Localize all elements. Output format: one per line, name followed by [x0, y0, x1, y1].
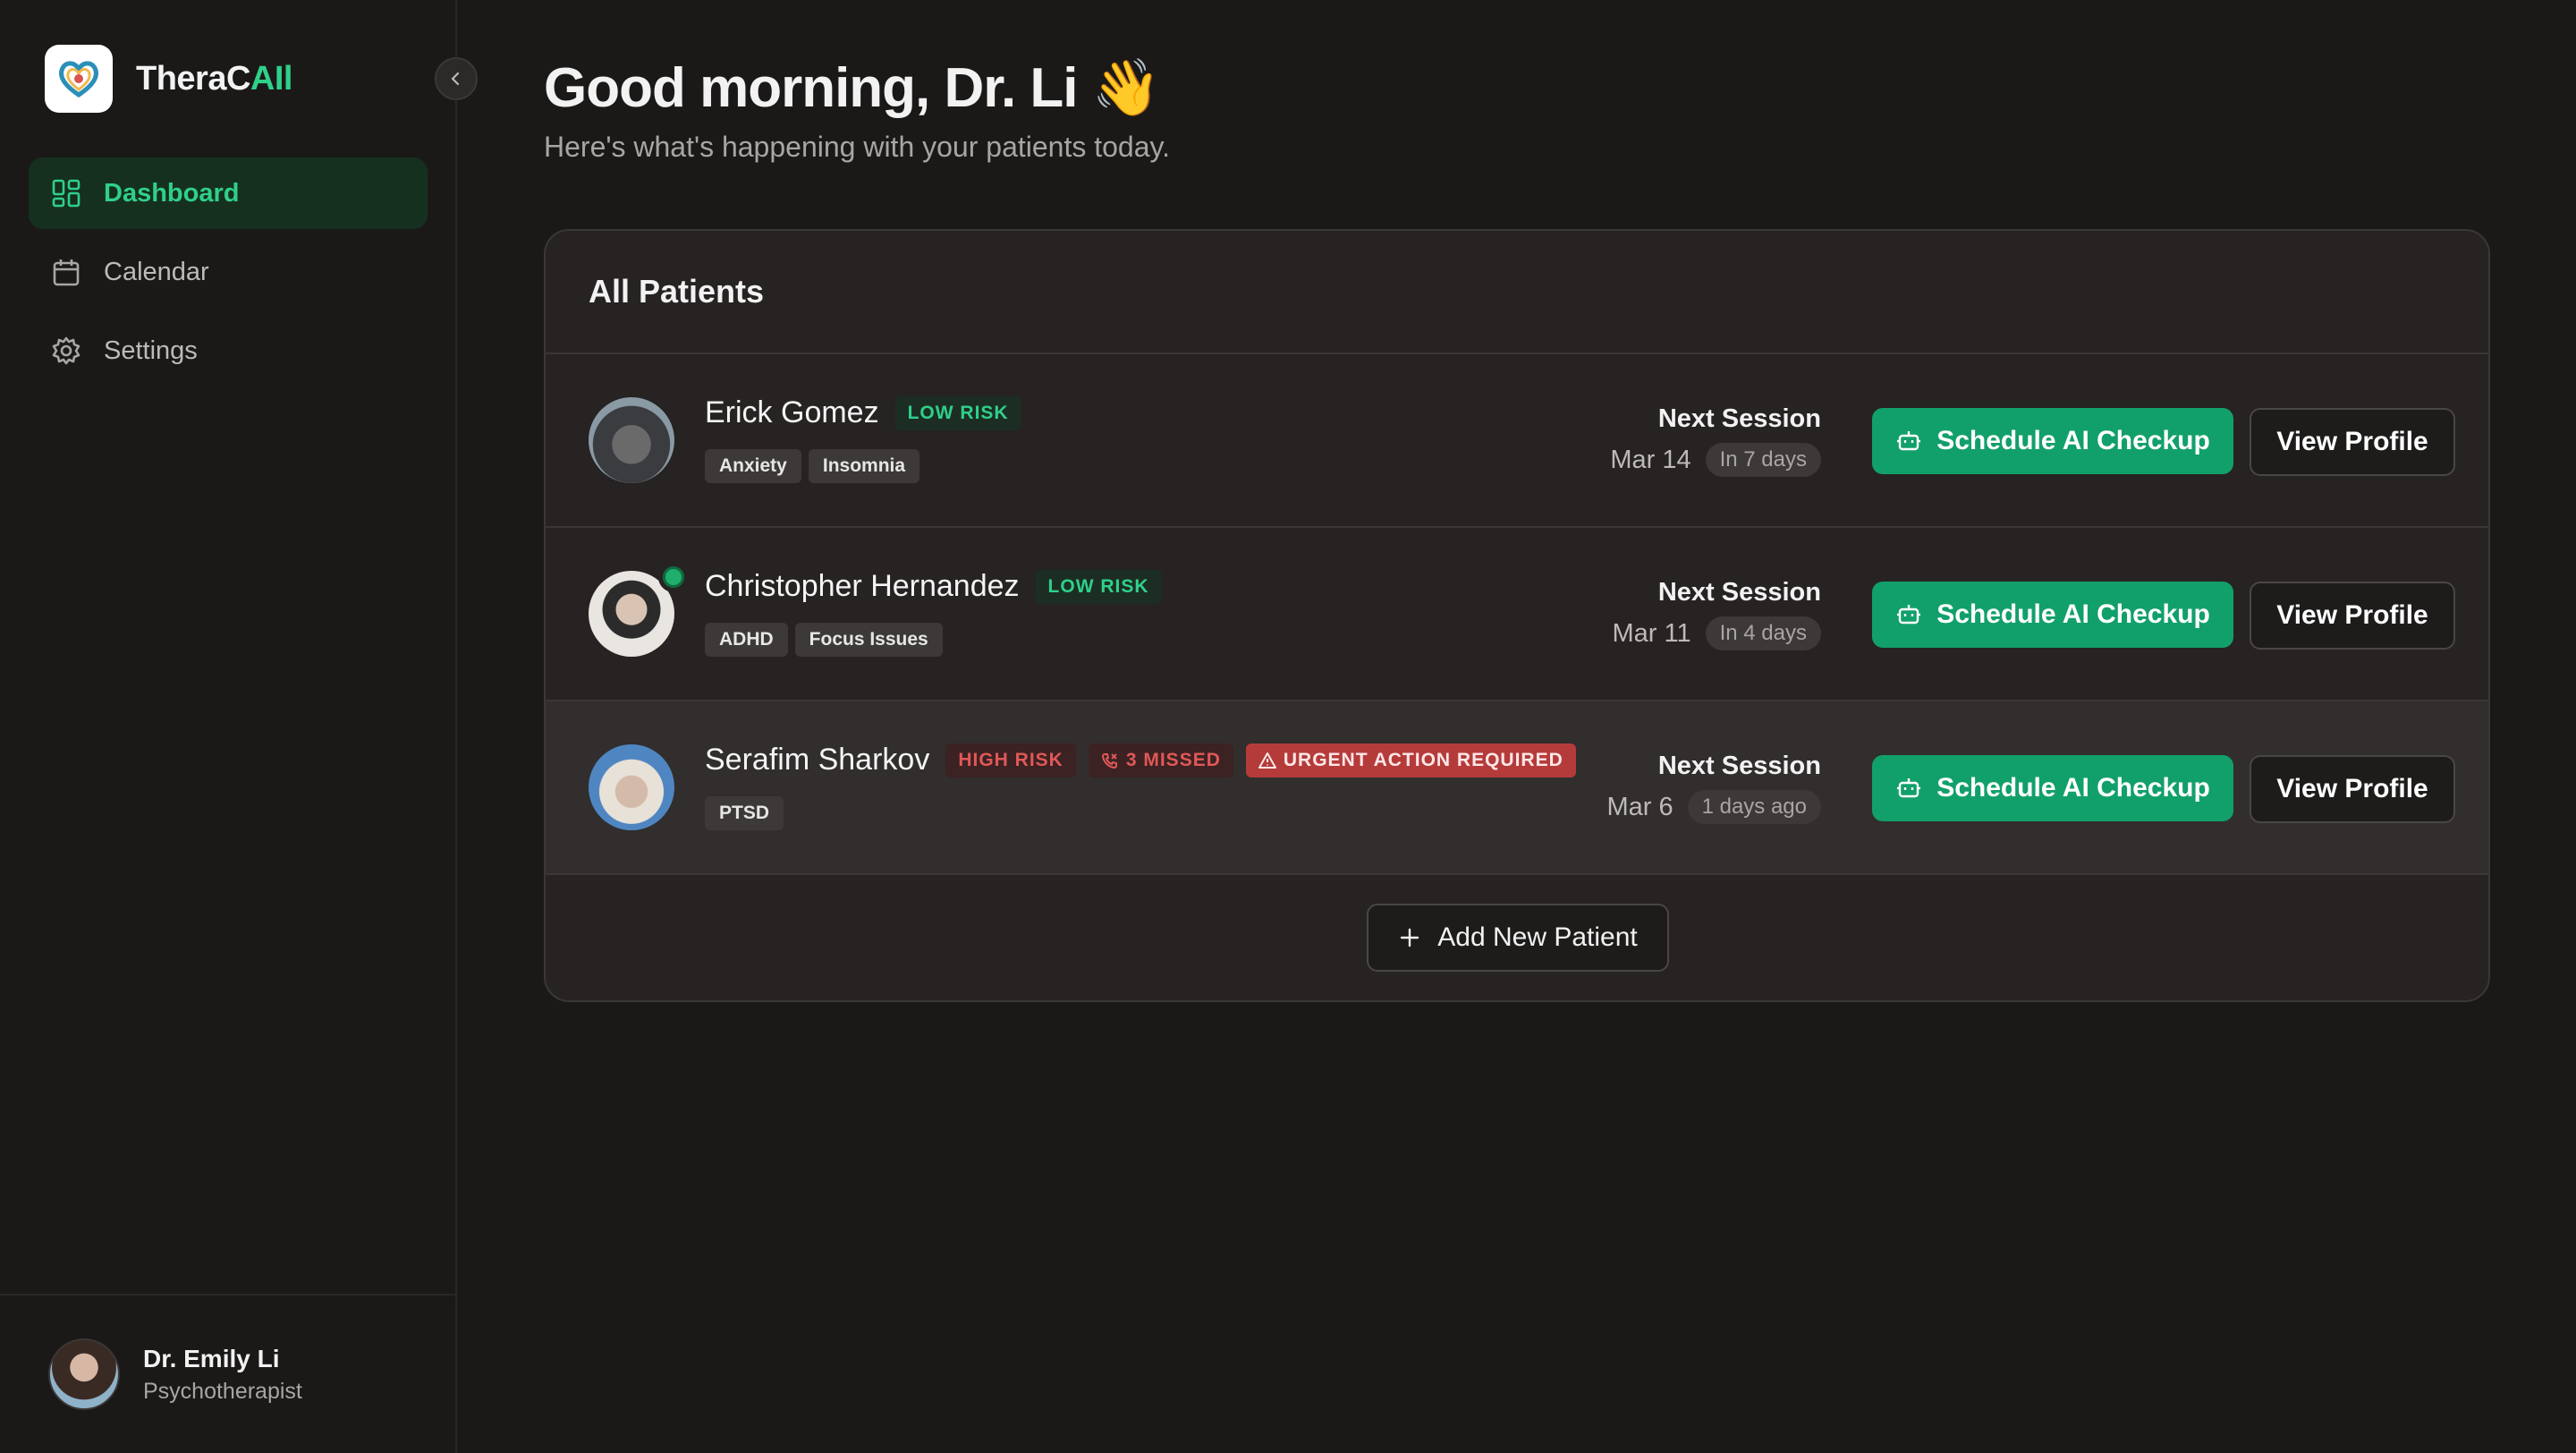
- patients-panel: All Patients Erick Gomez LOW RISK Anxiet…: [544, 229, 2490, 1002]
- chevron-left-icon: [451, 72, 460, 86]
- robot-icon: [1895, 775, 1922, 802]
- next-session: Next Session Mar 11 In 4 days: [1612, 578, 1821, 650]
- sidebar-item-dashboard[interactable]: Dashboard: [29, 157, 428, 229]
- session-relative-badge: 1 days ago: [1687, 790, 1821, 824]
- patient-avatar[interactable]: [589, 744, 674, 830]
- gear-icon: [50, 335, 82, 367]
- condition-tags: PTSD: [705, 796, 791, 830]
- page-subtitle: Here's what's happening with your patien…: [544, 131, 1171, 163]
- risk-badge: LOW RISK: [894, 395, 1021, 430]
- view-profile-button[interactable]: View Profile: [2250, 408, 2455, 476]
- missed-call-icon: [1101, 752, 1119, 769]
- sidebar-nav: Dashboard Calendar Settings: [29, 157, 428, 394]
- brand-name: TheraCAIl: [136, 59, 292, 98]
- condition-tag: ADHD: [705, 623, 788, 657]
- schedule-ai-checkup-button[interactable]: Schedule AI Checkup: [1872, 582, 2233, 648]
- user-name: Dr. Emily Li: [143, 1344, 280, 1372]
- patient-name[interactable]: Erick Gomez: [705, 395, 879, 430]
- robot-icon: [1895, 428, 1922, 455]
- session-label: Next Session: [1657, 578, 1821, 607]
- next-session: Next Session Mar 14 In 7 days: [1610, 404, 1821, 477]
- patient-row: Christopher Hernandez LOW RISK ADHD Focu…: [546, 528, 2488, 701]
- view-profile-button[interactable]: View Profile: [2250, 755, 2455, 823]
- patient-name[interactable]: Christopher Hernandez: [705, 569, 1020, 604]
- view-profile-button[interactable]: View Profile: [2250, 582, 2455, 650]
- collapse-sidebar-button[interactable]: [435, 57, 478, 100]
- page-title: Good morning, Dr. Li 👋: [544, 57, 1161, 119]
- session-label: Next Session: [1657, 404, 1821, 433]
- patient-row: Erick Gomez LOW RISK Anxiety Insomnia Ne…: [546, 354, 2488, 528]
- session-date: Mar 14: [1610, 445, 1691, 474]
- sidebar-item-calendar[interactable]: Calendar: [29, 236, 428, 308]
- add-new-patient-button[interactable]: Add New Patient: [1367, 904, 1669, 972]
- calendar-icon: [50, 256, 82, 288]
- sidebar: TheraCAIl Dashboard Calendar Settings Dr…: [0, 0, 478, 1453]
- brand[interactable]: TheraCAIl: [45, 45, 292, 113]
- condition-tag: Focus Issues: [794, 623, 943, 657]
- dashboard-icon: [50, 177, 82, 209]
- panel-title: All Patients: [546, 231, 2488, 354]
- warning-icon: [1258, 752, 1276, 769]
- session-date: Mar 11: [1612, 618, 1691, 648]
- missed-sessions-badge: 3 MISSED: [1088, 743, 1233, 777]
- avatar: [48, 1338, 120, 1410]
- session-relative-badge: In 7 days: [1705, 443, 1821, 477]
- schedule-ai-checkup-button[interactable]: Schedule AI Checkup: [1872, 408, 2233, 474]
- session-date: Mar 6: [1606, 792, 1674, 821]
- next-session: Next Session Mar 6 1 days ago: [1606, 752, 1821, 824]
- user-role: Psychotherapist: [143, 1378, 302, 1404]
- user-profile[interactable]: Dr. Emily Li Psychotherapist: [0, 1294, 455, 1453]
- risk-badge: HIGH RISK: [945, 743, 1076, 777]
- schedule-ai-checkup-button[interactable]: Schedule AI Checkup: [1872, 755, 2233, 821]
- sidebar-item-label: Calendar: [104, 257, 209, 286]
- add-patient-area: Add New Patient: [546, 875, 2488, 1000]
- condition-tags: Anxiety Insomnia: [705, 449, 927, 483]
- sidebar-item-settings[interactable]: Settings: [29, 315, 428, 387]
- patient-avatar[interactable]: [589, 397, 674, 483]
- sidebar-item-label: Settings: [104, 336, 198, 365]
- patient-row: Serafim Sharkov HIGH RISK 3 MISSED URGEN…: [546, 701, 2488, 875]
- condition-tags: ADHD Focus Issues: [705, 623, 950, 657]
- condition-tag: PTSD: [705, 796, 784, 830]
- online-status-indicator: [658, 562, 689, 592]
- sidebar-item-label: Dashboard: [104, 178, 240, 208]
- robot-icon: [1895, 601, 1922, 628]
- main-content: Good morning, Dr. Li 👋 Here's what's hap…: [457, 0, 2576, 1453]
- plus-icon: [1398, 926, 1421, 949]
- condition-tag: Anxiety: [705, 449, 801, 483]
- risk-badge: LOW RISK: [1035, 569, 1162, 604]
- session-label: Next Session: [1657, 752, 1821, 780]
- condition-tag: Insomnia: [808, 449, 920, 483]
- urgent-action-badge: URGENT ACTION REQUIRED: [1245, 743, 1576, 777]
- session-relative-badge: In 4 days: [1705, 616, 1821, 650]
- therac-logo-icon: [45, 45, 113, 113]
- patient-name[interactable]: Serafim Sharkov: [705, 743, 929, 777]
